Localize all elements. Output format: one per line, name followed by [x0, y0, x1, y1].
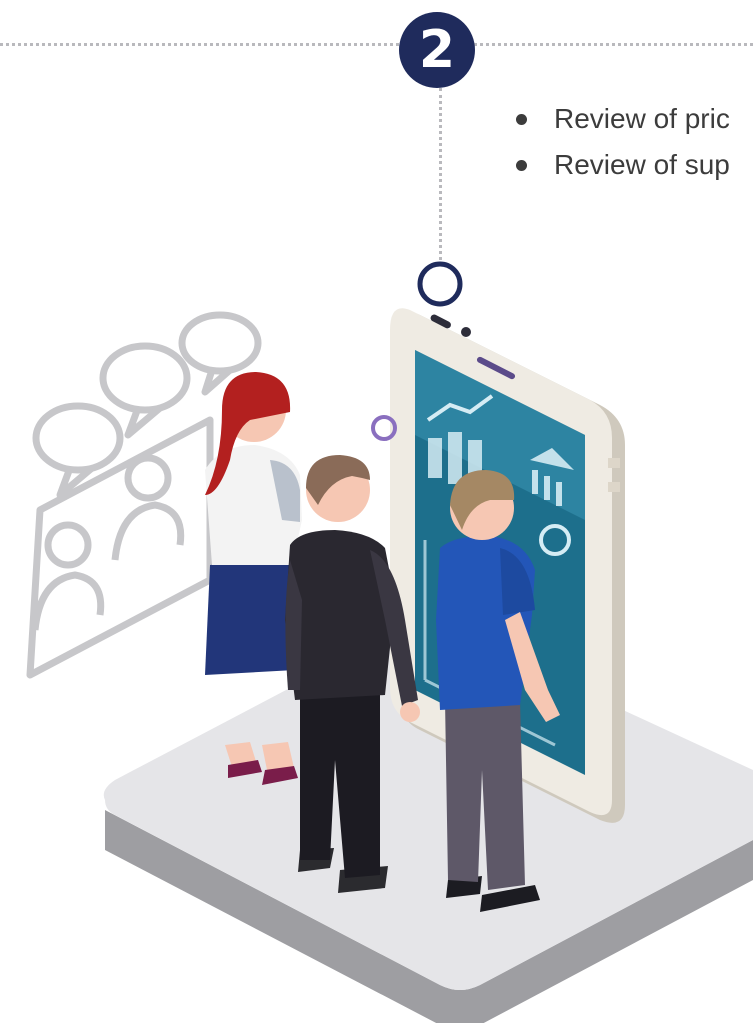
connector-ring	[417, 261, 463, 307]
illustration	[26, 261, 753, 1023]
